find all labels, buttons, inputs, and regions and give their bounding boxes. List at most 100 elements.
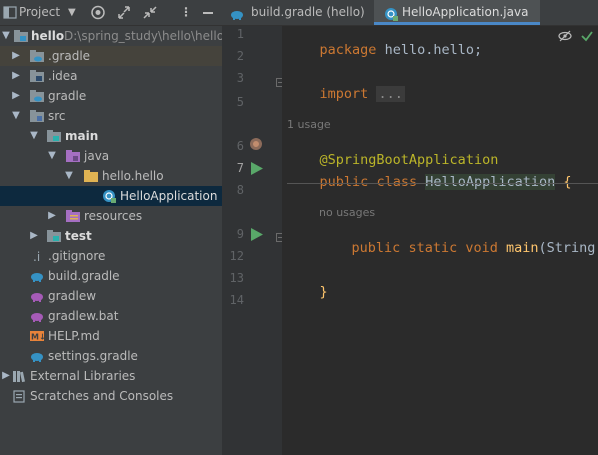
tree-item-build-gradle[interactable]: build.gradle xyxy=(0,266,222,286)
tree-item-label: gradlew xyxy=(48,289,97,303)
line-number: 3 xyxy=(236,71,244,85)
tree-item-label: test xyxy=(65,229,92,243)
chevron-right-icon[interactable]: ▶ xyxy=(10,66,22,86)
chevron-down-icon[interactable]: ▼ xyxy=(46,146,58,166)
tree-item-label: main xyxy=(65,129,99,143)
tree-item-help-md[interactable]: M↓ HELP.md xyxy=(0,326,222,346)
keyword: package xyxy=(319,42,377,58)
tree-item-label: gradle xyxy=(48,89,87,103)
line-number: 2 xyxy=(236,49,244,63)
tree-item-settings-gradle[interactable]: settings.gradle xyxy=(0,346,222,366)
tree-item-idea[interactable]: ▶ .idea xyxy=(0,66,222,86)
eye-off-icon[interactable] xyxy=(558,29,572,46)
hide-panel-icon[interactable] xyxy=(202,0,214,25)
tree-item-label: Scratches and Consoles xyxy=(30,389,174,403)
line-number: 6 xyxy=(236,139,244,153)
editor-tabs: build.gradle (hello) HelloApplication.ja… xyxy=(222,0,598,26)
tree-item-label: HelloApplication xyxy=(120,189,218,203)
keyword: void xyxy=(465,240,498,256)
keyword: public xyxy=(351,240,401,256)
tree-item-java[interactable]: ▼ java xyxy=(0,146,222,166)
folded-imports[interactable]: ... xyxy=(376,86,405,102)
tree-item-gradlew-bat[interactable]: gradlew.bat xyxy=(0,306,222,326)
method-separator xyxy=(287,183,598,184)
chevron-right-icon[interactable]: ▶ xyxy=(28,226,40,246)
line-number: 9 xyxy=(236,227,244,241)
target-icon[interactable] xyxy=(90,0,106,25)
collapse-all-icon[interactable] xyxy=(143,0,157,25)
tab-build-gradle[interactable]: build.gradle (hello) xyxy=(222,0,374,25)
tab-hello-application[interactable]: HelloApplication.java xyxy=(374,0,540,25)
tree-item-label: gradlew.bat xyxy=(48,309,119,323)
tree-item-gradle[interactable]: ▶ gradle xyxy=(0,86,222,106)
tree-item-label: settings.gradle xyxy=(48,349,138,363)
line-number: 5 xyxy=(236,95,244,109)
code-editor[interactable]: package hello.hello; import ... 1 usage … xyxy=(282,26,598,455)
keyword: static xyxy=(408,240,458,256)
code-line-7: public class HelloApplication { xyxy=(287,158,572,206)
tree-item-label: .gitignore xyxy=(48,249,106,263)
tree-item-main[interactable]: ▼ main xyxy=(0,126,222,146)
line-number: 7 xyxy=(236,161,244,175)
run-icon[interactable] xyxy=(251,162,263,178)
expand-all-icon[interactable] xyxy=(117,0,131,25)
tree-item-hello-application[interactable]: HelloApplication xyxy=(0,186,222,206)
keyword: class xyxy=(376,174,418,190)
project-path: D:\spring_study\hello\hello xyxy=(64,29,225,43)
resources-folder-icon xyxy=(66,209,80,223)
tree-item-src[interactable]: ▼ src xyxy=(0,106,222,126)
spring-boot-class-icon xyxy=(102,189,116,203)
scratches-icon xyxy=(12,389,26,403)
line-number: 8 xyxy=(236,183,244,197)
chevron-down-icon[interactable]: ▼ xyxy=(0,26,12,46)
project-view-title[interactable]: Project xyxy=(19,0,60,25)
code-text: (String[] ar xyxy=(538,240,598,256)
class-name: HelloApplication xyxy=(425,174,556,190)
chevron-right-icon[interactable]: ▶ xyxy=(10,46,22,66)
chevron-right-icon[interactable]: ▶ xyxy=(10,86,22,106)
chevron-down-icon[interactable]: ▼ xyxy=(10,106,22,126)
project-view-icon[interactable] xyxy=(3,0,17,25)
tree-item-label: java xyxy=(84,149,110,163)
chevron-down-icon[interactable]: ▼ xyxy=(63,166,75,186)
code-line-9: public static void main(String[] ar xyxy=(319,224,598,272)
keyword: import xyxy=(319,86,369,102)
gradle-file-icon xyxy=(30,309,44,323)
module-folder-icon xyxy=(14,29,28,43)
tree-item-resources[interactable]: ▶ resources xyxy=(0,206,222,226)
spring-bean-icon[interactable] xyxy=(249,137,263,154)
chevron-down-icon[interactable]: ▼ xyxy=(68,0,76,25)
run-icon[interactable] xyxy=(251,228,263,244)
library-icon xyxy=(12,369,26,383)
gradle-file-icon xyxy=(30,349,44,363)
project-panel: Project ▼ ⋮ ▼ hello D:\spring_study\hell… xyxy=(0,0,225,455)
tree-item-gitignore[interactable]: .i .gitignore xyxy=(0,246,222,266)
tree-item-scratches[interactable]: Scratches and Consoles xyxy=(0,386,222,406)
usage-hint[interactable]: 1 usage xyxy=(287,118,331,131)
tree-item-label: External Libraries xyxy=(30,369,136,383)
source-folder-icon xyxy=(47,129,61,143)
svg-text:.i: .i xyxy=(33,250,40,263)
check-icon[interactable] xyxy=(580,29,594,46)
gitignore-file-icon: .i xyxy=(30,249,44,264)
code-text: hello.hello; xyxy=(384,42,483,58)
folder-icon xyxy=(30,109,44,123)
brace: } xyxy=(319,284,328,300)
line-number: 12 xyxy=(229,249,244,263)
options-menu-icon[interactable]: ⋮ xyxy=(180,0,192,25)
tree-item-external-libraries[interactable]: ▶ External Libraries xyxy=(0,366,222,386)
no-usages-hint[interactable]: no usages xyxy=(319,206,375,219)
chevron-down-icon[interactable]: ▼ xyxy=(28,126,40,146)
chevron-right-icon[interactable]: ▶ xyxy=(46,206,58,226)
chevron-right-icon[interactable]: ▶ xyxy=(0,366,12,386)
tree-item-label: .gradle xyxy=(48,49,91,63)
tree-item-test[interactable]: ▶ test xyxy=(0,226,222,246)
tree-item-hello-hello[interactable]: ▼ hello.hello xyxy=(0,166,222,186)
tree-item-gradlew[interactable]: gradlew xyxy=(0,286,222,306)
markdown-file-icon: M↓ xyxy=(30,329,46,343)
gradle-file-icon xyxy=(30,289,44,303)
tree-item-hello[interactable]: ▼ hello D:\spring_study\hello\hello xyxy=(0,26,225,46)
line-number: 14 xyxy=(229,293,244,307)
tree-item-dot-gradle[interactable]: ▶ .gradle xyxy=(0,46,222,66)
tree-item-label: src xyxy=(48,109,66,123)
